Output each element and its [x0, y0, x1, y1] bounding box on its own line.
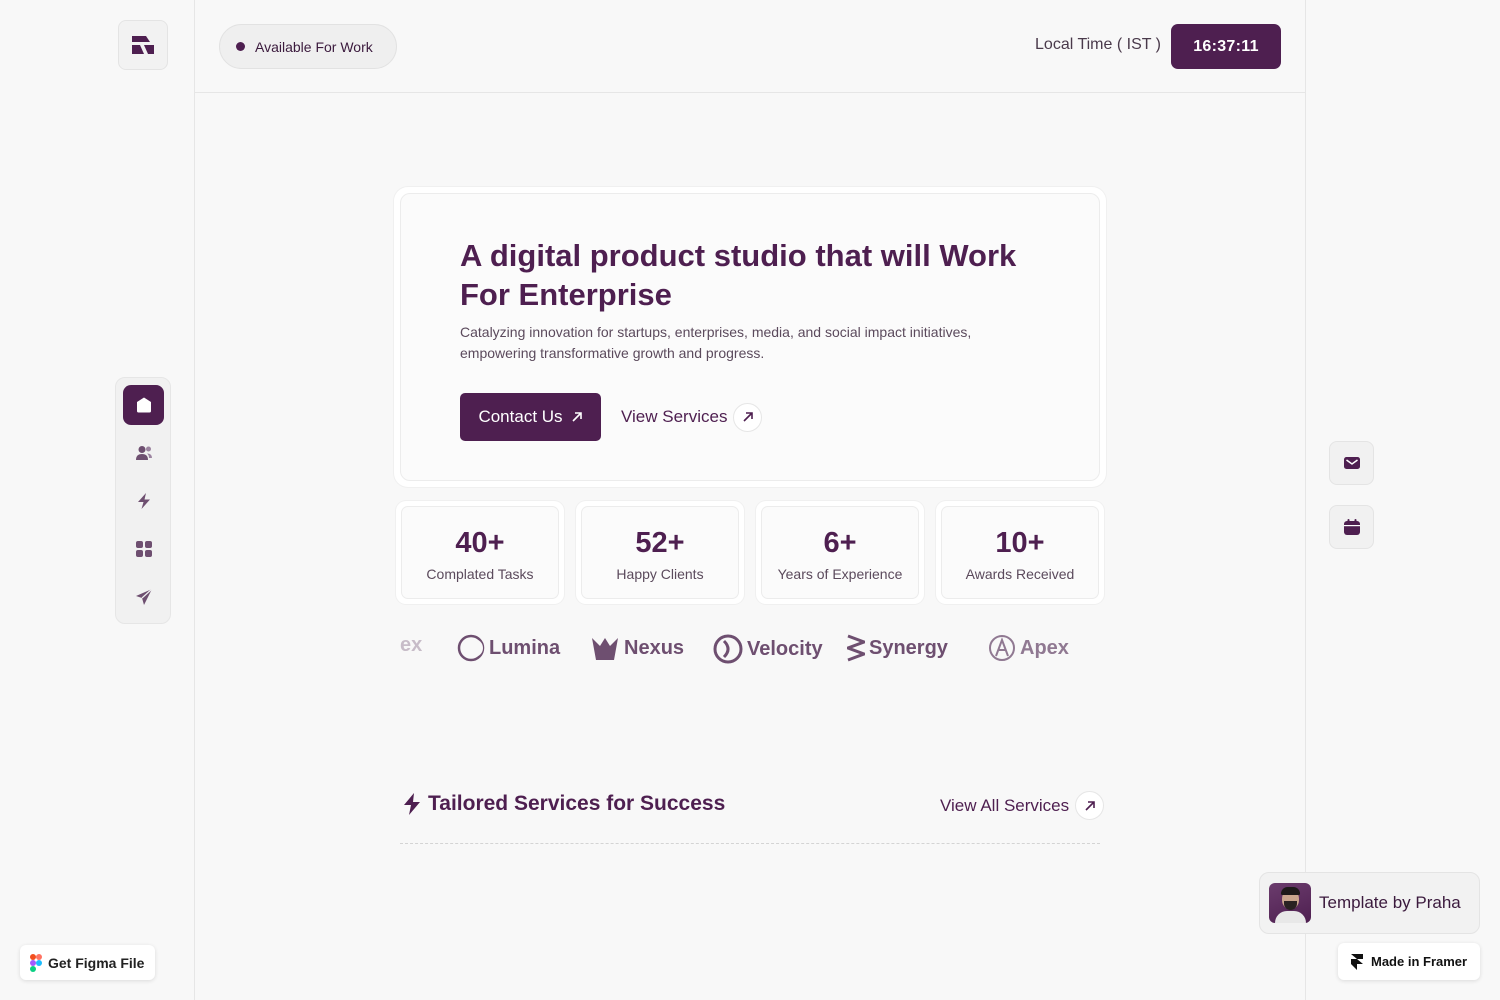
grid-icon — [135, 541, 152, 557]
sidebar-item-about[interactable] — [123, 433, 164, 473]
sidebar-item-contact[interactable] — [123, 577, 164, 617]
figma-icon — [30, 953, 42, 972]
calendar-button[interactable] — [1329, 505, 1374, 549]
arrow-up-right-icon — [1075, 791, 1105, 820]
stat-label: Awards Received — [965, 566, 1075, 582]
availability-badge: Available For Work — [219, 24, 397, 69]
left-rail: Get Figma File — [0, 0, 195, 1000]
sidebar-nav — [115, 377, 171, 624]
view-services-link[interactable]: View Services — [621, 402, 763, 432]
framer-icon — [1351, 953, 1363, 970]
stat-value: 40+ — [455, 527, 505, 559]
stat-card: 40+ Complated Tasks — [396, 501, 564, 604]
sidebar-item-services[interactable] — [123, 481, 164, 521]
client-logo-lumina: Lumina — [457, 634, 560, 662]
stat-value: 52+ — [635, 527, 685, 559]
hero-card-inner: A digital product studio that will Work … — [400, 193, 1100, 481]
users-icon — [135, 446, 152, 460]
framer-label: Made in Framer — [1371, 954, 1468, 969]
view-services-label: View Services — [621, 407, 728, 426]
client-logo-synergy: Synergy — [847, 634, 948, 662]
client-logos-marquee: ex Lumina Nexus Velocity Synergy Apex — [400, 630, 1100, 674]
brand-logo-icon — [132, 36, 154, 54]
right-rail — [1305, 0, 1500, 1000]
avatar — [1269, 883, 1311, 923]
client-logo-nexus: Nexus — [590, 634, 684, 662]
client-logo-velocity: Velocity — [713, 634, 823, 664]
services-title-text: Tailored Services for Success — [428, 792, 726, 815]
velocity-logo-icon — [713, 634, 743, 664]
client-logo: ex — [400, 634, 423, 656]
contact-us-label: Contact Us — [478, 407, 563, 426]
hero-subtitle: Catalyzing innovation for startups, ente… — [460, 324, 972, 361]
mail-icon — [1343, 457, 1360, 469]
arrow-up-right-icon — [733, 402, 763, 432]
home-icon — [136, 397, 151, 413]
local-time-label: Local Time ( IST ) — [1035, 36, 1161, 53]
nexus-logo-icon — [592, 638, 618, 660]
stat-label: Happy Clients — [616, 566, 704, 582]
arrow-up-right-icon — [571, 412, 582, 422]
brand-logo[interactable] — [118, 20, 168, 70]
stat-label: Complated Tasks — [426, 566, 534, 582]
client-logo-apex: Apex — [988, 634, 1069, 662]
contact-us-button[interactable]: Contact Us — [460, 393, 601, 441]
hero-title: A digital product studio that will Work … — [460, 238, 1017, 312]
view-all-services-link[interactable]: View All Services — [940, 791, 1105, 820]
calendar-icon — [1343, 519, 1360, 535]
figma-label: Get Figma File — [48, 954, 145, 971]
stat-card: 6+ Years of Experience — [756, 501, 924, 604]
stat-value: 6+ — [823, 527, 857, 559]
sidebar-item-home[interactable] — [123, 385, 164, 425]
send-icon — [135, 588, 152, 605]
stat-card: 52+ Happy Clients — [576, 501, 744, 604]
view-all-services-label: View All Services — [940, 795, 1070, 815]
stat-card: 10+ Awards Received — [936, 501, 1104, 604]
synergy-logo-icon — [847, 634, 865, 662]
availability-text: Available For Work — [255, 38, 373, 55]
template-credit-card[interactable]: Template by Praha — [1259, 872, 1480, 934]
stat-value: 10+ — [995, 527, 1045, 559]
apex-logo-icon — [989, 635, 1015, 661]
stat-label: Years of Experience — [777, 566, 903, 582]
get-figma-file-button[interactable]: Get Figma File — [20, 945, 155, 980]
bolt-icon — [404, 793, 420, 815]
services-heading: Tailored Services for Success — [402, 792, 725, 816]
top-header: Available For Work Local Time ( IST ) 16… — [195, 0, 1305, 93]
template-credit-label: Template by Praha — [1319, 893, 1461, 912]
local-time-clock: 16:37:11 — [1171, 24, 1281, 69]
bolt-icon — [137, 493, 150, 509]
email-button[interactable] — [1329, 441, 1374, 485]
sidebar-item-projects[interactable] — [123, 529, 164, 569]
hero-card: A digital product studio that will Work … — [394, 187, 1106, 487]
lumina-logo-icon — [457, 634, 485, 662]
section-divider — [400, 843, 1100, 844]
made-in-framer-badge[interactable]: Made in Framer — [1338, 943, 1480, 980]
status-dot-icon — [236, 42, 245, 51]
